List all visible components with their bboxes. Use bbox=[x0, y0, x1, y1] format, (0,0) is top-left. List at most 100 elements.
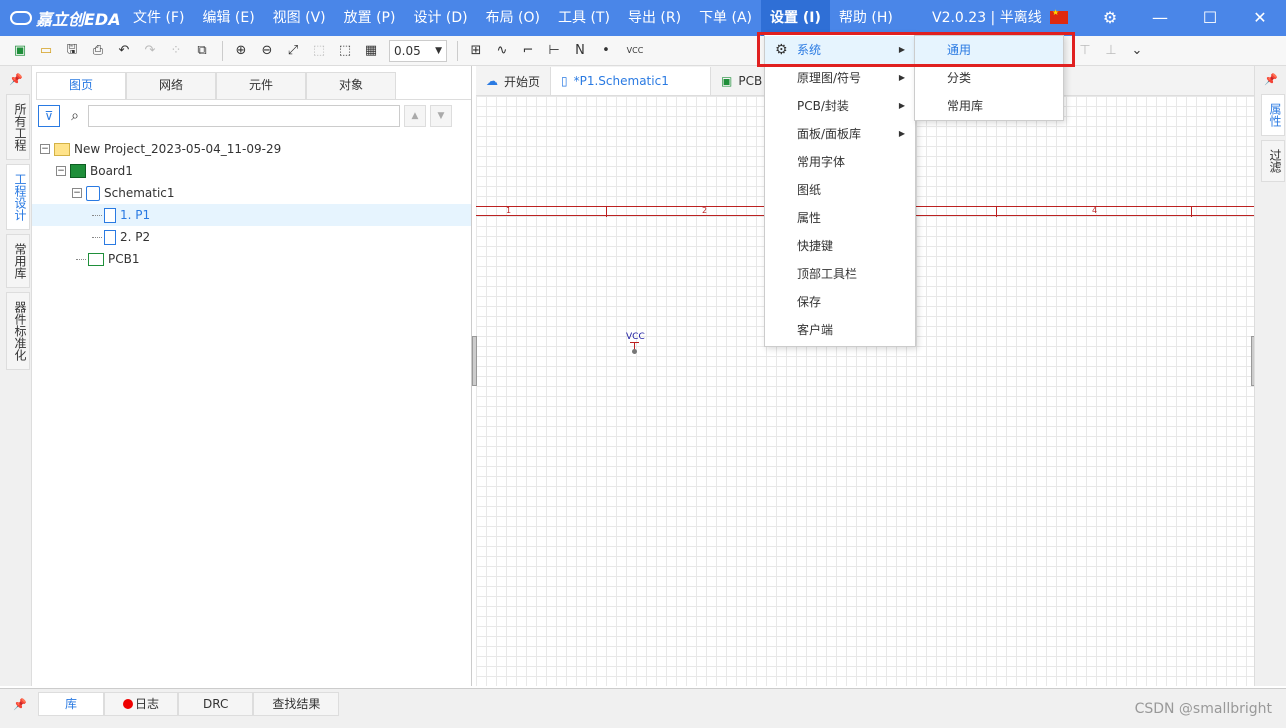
tab-components[interactable]: 元件 bbox=[216, 72, 306, 99]
menu-item-panel-library[interactable]: 面板/面板库 ▶ bbox=[765, 120, 915, 148]
menu-item-top-toolbar[interactable]: 顶部工具栏 bbox=[765, 260, 915, 288]
vtab-all-projects[interactable]: 所有工程 bbox=[6, 94, 30, 160]
resistor-icon[interactable]: ∿ bbox=[490, 39, 514, 63]
menu-item-save[interactable]: 保存 bbox=[765, 288, 915, 316]
doc-tab-schematic[interactable]: ▯ *P1.Schematic1 bbox=[551, 67, 712, 95]
menu-settings[interactable]: 设置 (I) bbox=[761, 0, 830, 36]
search-input[interactable] bbox=[88, 105, 400, 127]
pin-icon[interactable]: 📌 bbox=[1255, 66, 1286, 94]
cloud-logo-icon bbox=[10, 11, 32, 25]
vtab-filter[interactable]: 过滤 bbox=[1261, 140, 1285, 182]
vcc-icon[interactable]: VCC bbox=[620, 39, 650, 63]
net-label-icon[interactable]: N bbox=[568, 39, 592, 63]
submenu-item-category[interactable]: 分类 bbox=[915, 64, 1063, 92]
align-top-icon[interactable]: ⊤ bbox=[1073, 39, 1097, 63]
menu-file[interactable]: 文件 (F) bbox=[124, 0, 193, 36]
menu-place[interactable]: 放置 (P) bbox=[335, 0, 405, 36]
menu-item-shortcuts[interactable]: 快捷键 bbox=[765, 232, 915, 260]
junction-icon[interactable]: • bbox=[594, 39, 618, 63]
maximize-icon[interactable]: ☐ bbox=[1190, 0, 1230, 36]
filter-icon[interactable]: ⊽ bbox=[38, 105, 60, 127]
new-file-icon[interactable]: ▣ bbox=[8, 39, 32, 63]
bus-icon[interactable]: ⊢ bbox=[542, 39, 566, 63]
collapse-toggle-icon[interactable]: − bbox=[40, 144, 50, 154]
submenu-arrow-icon: ▶ bbox=[898, 129, 905, 138]
vcc-net-label[interactable]: VCC bbox=[626, 332, 645, 342]
close-icon[interactable]: ✕ bbox=[1240, 0, 1280, 36]
bottom-tab-drc[interactable]: DRC bbox=[178, 692, 254, 716]
doc-tab-start[interactable]: ☁ 开始页 bbox=[476, 67, 552, 95]
vtab-properties[interactable]: 属性 bbox=[1261, 94, 1285, 136]
tree-node-board[interactable]: − Board1 bbox=[32, 160, 471, 182]
left-splitter-handle[interactable] bbox=[472, 336, 477, 386]
frame-zone-number: 2 bbox=[702, 206, 708, 215]
settings-gear-icon[interactable]: ⚙ bbox=[1090, 0, 1130, 36]
collapse-toggle-icon[interactable]: − bbox=[72, 188, 82, 198]
menu-item-properties[interactable]: 属性 bbox=[765, 204, 915, 232]
grid-icon[interactable]: ▦ bbox=[359, 39, 383, 63]
frame-divider bbox=[996, 207, 997, 217]
toolbar-more-chevron-icon[interactable]: ⌄ bbox=[1125, 39, 1149, 63]
undo-icon[interactable]: ↶ bbox=[112, 39, 136, 63]
error-dot-icon bbox=[123, 699, 134, 709]
zoom-in-icon[interactable]: ⊕ bbox=[229, 39, 253, 63]
vtab-common-library[interactable]: 常用库 bbox=[6, 234, 30, 288]
menu-tools[interactable]: 工具 (T) bbox=[549, 0, 619, 36]
chevron-up-icon[interactable]: ▲ bbox=[404, 105, 426, 127]
grid-size-value: 0.05 bbox=[394, 43, 421, 58]
bottom-tab-find-results[interactable]: 查找结果 bbox=[253, 692, 340, 716]
menu-export[interactable]: 导出 (R) bbox=[619, 0, 690, 36]
zoom-area-icon[interactable]: ⬚ bbox=[333, 39, 357, 63]
component-icon[interactable]: ⊞ bbox=[464, 39, 488, 63]
pin-icon[interactable]: 📌 bbox=[0, 66, 32, 94]
minimize-icon[interactable]: — bbox=[1140, 0, 1180, 36]
menu-item-pcb-footprint[interactable]: PCB/封装 ▶ bbox=[765, 92, 915, 120]
board-icon bbox=[70, 164, 86, 178]
vtab-device-standard[interactable]: 器件标准化 bbox=[6, 292, 30, 370]
group-icon[interactable]: ⁘ bbox=[164, 39, 188, 63]
menu-design[interactable]: 设计 (D) bbox=[404, 0, 476, 36]
find-icon[interactable]: ⧉ bbox=[190, 39, 214, 63]
pin-icon[interactable]: 📌 bbox=[4, 691, 36, 719]
tree-node-project[interactable]: − New Project_2023-05-04_11-09-29 bbox=[32, 138, 471, 160]
collapse-toggle-icon[interactable]: − bbox=[56, 166, 66, 176]
menu-item-client[interactable]: 客户端 bbox=[765, 316, 915, 344]
menu-item-label: PCB/封装 bbox=[797, 99, 849, 113]
redo-icon[interactable]: ↷ bbox=[138, 39, 162, 63]
tab-pages[interactable]: 图页 bbox=[36, 72, 126, 99]
submenu-item-common-library[interactable]: 常用库 bbox=[915, 92, 1063, 120]
grid-size-select[interactable]: 0.05 ▼ bbox=[389, 39, 447, 62]
align-bottom-icon[interactable]: ⊥ bbox=[1099, 39, 1123, 63]
vtab-project-design[interactable]: 工程设计 bbox=[6, 164, 30, 230]
menu-edit[interactable]: 编辑 (E) bbox=[193, 0, 263, 36]
bottom-tab-log[interactable]: 日志 bbox=[104, 692, 179, 716]
bottom-tabs: 库 日志 DRC 查找结果 bbox=[38, 692, 1286, 716]
menu-item-schematic-symbol[interactable]: 原理图/符号 ▶ bbox=[765, 64, 915, 92]
tree-node-pcb[interactable]: PCB1 bbox=[32, 248, 471, 270]
menu-view[interactable]: 视图 (V) bbox=[264, 0, 335, 36]
tree-node-page-p2[interactable]: 2. P2 bbox=[32, 226, 471, 248]
wire-icon[interactable]: ⌐ bbox=[516, 39, 540, 63]
tree-node-schematic[interactable]: − Schematic1 bbox=[32, 182, 471, 204]
tree-node-page-p1[interactable]: 1. P1 bbox=[32, 204, 471, 226]
menu-item-drawing[interactable]: 图纸 bbox=[765, 176, 915, 204]
language-flag-icon[interactable] bbox=[1050, 8, 1068, 24]
tab-nets[interactable]: 网络 bbox=[126, 72, 216, 99]
menu-layout[interactable]: 布局 (O) bbox=[477, 0, 549, 36]
bottom-tab-library[interactable]: 库 bbox=[38, 692, 105, 716]
frame-divider bbox=[606, 207, 607, 217]
save-as-icon[interactable]: ⎙ bbox=[86, 39, 110, 63]
frame-zone-number: 1 bbox=[506, 206, 512, 215]
pcb-icon bbox=[88, 252, 104, 266]
zoom-out-icon[interactable]: ⊖ bbox=[255, 39, 279, 63]
settings-dropdown-menu: ⚙ 系统 ▶ 原理图/符号 ▶ PCB/封装 ▶ 面板/面板库 ▶ 常用字体 图… bbox=[764, 33, 916, 347]
menu-help[interactable]: 帮助 (H) bbox=[830, 0, 902, 36]
save-icon[interactable]: 🖫 bbox=[60, 39, 84, 63]
menu-item-common-fonts[interactable]: 常用字体 bbox=[765, 148, 915, 176]
menu-order[interactable]: 下单 (A) bbox=[690, 0, 761, 36]
zoom-selection-icon[interactable]: ⬚ bbox=[307, 39, 331, 63]
fit-view-icon[interactable]: ⤢ bbox=[281, 39, 305, 63]
chevron-down-icon[interactable]: ▼ bbox=[430, 105, 452, 127]
open-folder-icon[interactable]: ▭ bbox=[34, 39, 58, 63]
tab-objects[interactable]: 对象 bbox=[306, 72, 396, 99]
